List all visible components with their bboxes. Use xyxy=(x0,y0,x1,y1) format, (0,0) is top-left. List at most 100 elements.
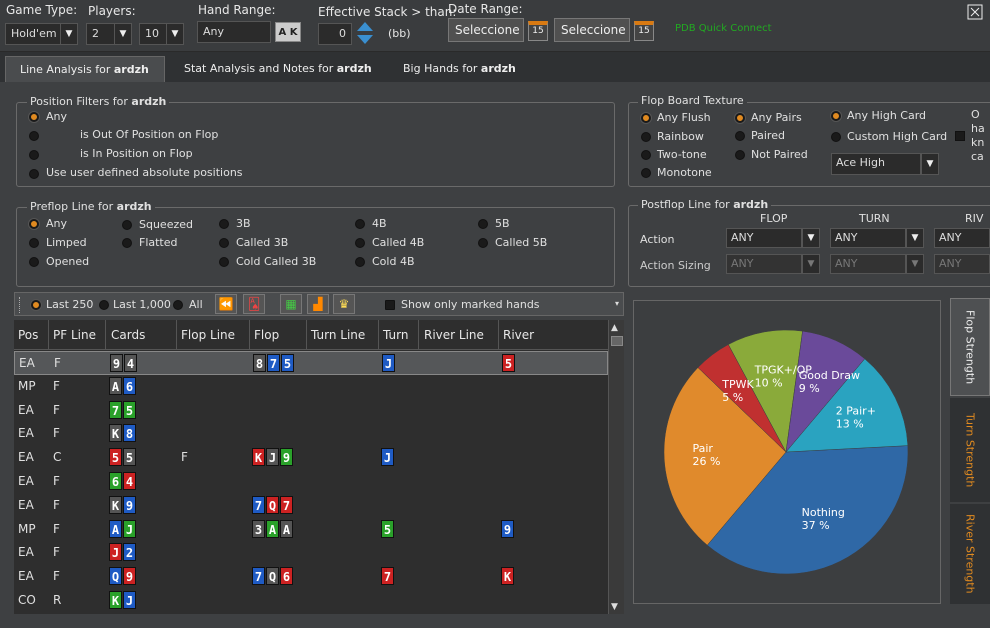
tab-stat-analysis[interactable]: Stat Analysis and Notes for ardzh xyxy=(170,56,386,82)
paired-radio[interactable] xyxy=(735,131,745,141)
high-card-chevron-down-icon[interactable]: ▼ xyxy=(921,153,939,175)
pf-cold-4b-radio[interactable] xyxy=(355,257,365,267)
pf-5b-radio[interactable] xyxy=(478,219,488,229)
col-pf-line[interactable]: PF Line xyxy=(53,328,96,342)
pf-any-radio[interactable] xyxy=(29,219,39,229)
pf-called-4b-radio[interactable] xyxy=(355,238,365,248)
tab-river-strength[interactable]: River Strength xyxy=(950,504,990,604)
game-type-chevron-down-icon[interactable]: ▼ xyxy=(60,23,78,45)
pf-opened-label: Opened xyxy=(46,255,90,268)
high-card-select[interactable]: Ace High xyxy=(831,153,921,175)
stack-spinner-icon[interactable] xyxy=(356,21,374,45)
players-max-select[interactable]: 10 xyxy=(139,23,169,45)
pf-3b-radio[interactable] xyxy=(219,219,229,229)
players-min-chevron-down-icon[interactable]: ▼ xyxy=(114,23,132,45)
flop-sizing-chevron-down-icon[interactable]: ▼ xyxy=(802,254,820,274)
date-to-input[interactable]: Seleccione ur xyxy=(554,18,630,42)
tab-big-hands[interactable]: Big Hands for ardzh xyxy=(389,56,530,82)
custom-high-card-radio[interactable] xyxy=(831,132,841,142)
all-radio[interactable] xyxy=(173,300,183,310)
any-flush-radio[interactable] xyxy=(641,113,651,123)
scroll-thumb[interactable] xyxy=(611,336,623,346)
table-row[interactable]: EA F 7 5 xyxy=(14,399,608,423)
table-row[interactable]: MP F A 6 xyxy=(14,375,608,399)
pos-user-defined-radio[interactable] xyxy=(29,169,39,179)
pf-flatted-radio[interactable] xyxy=(122,238,132,248)
any-pairs-radio[interactable] xyxy=(735,113,745,123)
pos-ip-radio[interactable] xyxy=(29,150,39,160)
pf-opened-radio[interactable] xyxy=(29,257,39,267)
pf-squeezed-radio[interactable] xyxy=(122,220,132,230)
grid-icon[interactable]: ▦ xyxy=(280,294,302,314)
pf-4b-radio[interactable] xyxy=(355,219,365,229)
calendar-to-icon[interactable]: 15 xyxy=(634,21,654,41)
not-paired-radio[interactable] xyxy=(735,150,745,160)
table-scrollbar[interactable]: ▲ ▼ xyxy=(608,320,624,614)
table-row[interactable]: CO R K J xyxy=(14,589,608,613)
flop-sizing-select[interactable]: ANY xyxy=(726,254,802,274)
flop-action-select[interactable]: ANY xyxy=(726,228,802,248)
turn-sizing-chevron-down-icon[interactable]: ▼ xyxy=(906,254,924,274)
river-action-select[interactable]: ANY xyxy=(934,228,990,248)
table-row[interactable]: EA F 9 4 8 7 5 J 5 xyxy=(14,351,608,375)
col-river-line[interactable]: River Line xyxy=(424,328,484,342)
col-turn[interactable]: Turn xyxy=(383,328,408,342)
col-flop-line[interactable]: Flop Line xyxy=(181,328,235,342)
pos-any-radio[interactable] xyxy=(29,112,39,122)
col-flop[interactable]: Flop xyxy=(254,328,279,342)
calendar-from-icon[interactable]: 15 xyxy=(528,21,548,41)
turn-sizing-select[interactable]: ANY xyxy=(830,254,906,274)
col-pos[interactable]: Pos xyxy=(18,328,38,342)
table-row[interactable]: EA F J 2 xyxy=(14,541,608,565)
last-250-radio[interactable] xyxy=(31,300,41,310)
trophy-icon[interactable]: ♛ xyxy=(333,294,355,314)
pf-limped-radio[interactable] xyxy=(29,238,39,248)
flop-action-chevron-down-icon[interactable]: ▼ xyxy=(802,228,820,248)
maximize-icon[interactable] xyxy=(967,4,983,20)
col-river[interactable]: River xyxy=(503,328,534,342)
table-row[interactable]: MP F A J 3 A A 5 9 xyxy=(14,518,608,542)
game-type-select[interactable]: Hold'em xyxy=(5,23,61,45)
tab-turn-strength[interactable]: Turn Strength xyxy=(950,398,990,502)
table-row[interactable]: EA F 6 4 xyxy=(14,470,608,494)
effective-stack-input[interactable]: 0 xyxy=(318,23,352,45)
cell-cards: 75 xyxy=(109,400,137,419)
players-min-select[interactable]: 2 xyxy=(86,23,116,45)
table-row[interactable]: EA F Q 9 7 Q 6 7 K xyxy=(14,565,608,589)
clipped-checkbox[interactable] xyxy=(955,131,965,141)
pos-oop-radio[interactable] xyxy=(29,131,39,141)
turn-action-chevron-down-icon[interactable]: ▼ xyxy=(906,228,924,248)
scroll-down-icon[interactable]: ▼ xyxy=(611,602,618,612)
table-row[interactable]: EA F K 9 7 Q 7 xyxy=(14,494,608,518)
status-link[interactable]: PDB Quick Connect xyxy=(675,23,772,34)
col-cards[interactable]: Cards xyxy=(111,328,145,342)
tab-line-analysis[interactable]: Line Analysis for ardzh xyxy=(5,56,165,82)
scroll-up-icon[interactable]: ▲ xyxy=(611,323,618,333)
cell-turn: 7 xyxy=(381,567,395,586)
toolbar-overflow-icon[interactable]: ▾ xyxy=(615,299,619,308)
cards-icon[interactable]: 🂡 xyxy=(243,294,265,314)
river-sizing-select[interactable]: ANY xyxy=(934,254,990,274)
pf-cold-called-3b-radio[interactable] xyxy=(219,257,229,267)
playing-card: K xyxy=(109,591,122,609)
rewind-icon[interactable]: ⏪ xyxy=(215,294,237,314)
last-1000-radio[interactable] xyxy=(99,300,109,310)
date-from-input[interactable]: Seleccione ur xyxy=(448,18,524,42)
players-max-chevron-down-icon[interactable]: ▼ xyxy=(166,23,184,45)
hand-range-input[interactable]: Any xyxy=(197,21,271,43)
pf-called-5b-radio[interactable] xyxy=(478,238,488,248)
turn-action-select[interactable]: ANY xyxy=(830,228,906,248)
tab-flop-strength[interactable]: Flop Strength xyxy=(950,298,990,396)
rainbow-radio[interactable] xyxy=(641,132,651,142)
table-row[interactable]: EA C F 5 5 K J 9 J xyxy=(14,446,608,470)
any-high-card-radio[interactable] xyxy=(831,111,841,121)
col-turn-line[interactable]: Turn Line xyxy=(311,328,365,342)
hand-range-grid-button[interactable]: A K xyxy=(275,22,301,42)
bar-chart-icon[interactable]: ▟ xyxy=(307,294,329,314)
show-marked-checkbox[interactable] xyxy=(385,300,395,310)
monotone-radio[interactable] xyxy=(641,168,651,178)
last-250-label: Last 250 xyxy=(46,298,94,311)
two-tone-radio[interactable] xyxy=(641,150,651,160)
pf-called-3b-radio[interactable] xyxy=(219,238,229,248)
table-row[interactable]: EA F K 8 xyxy=(14,422,608,446)
